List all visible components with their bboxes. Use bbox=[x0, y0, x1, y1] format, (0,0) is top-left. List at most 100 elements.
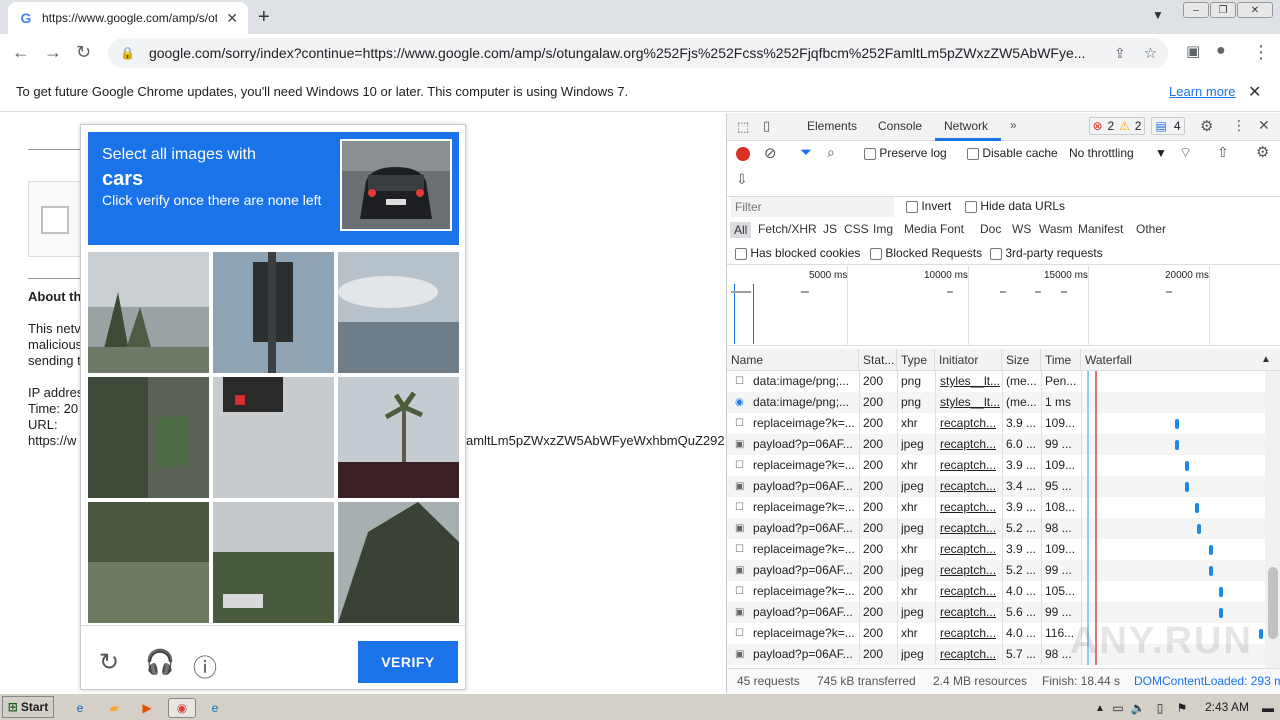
has-blocked-cookies-checkbox[interactable]: Has blocked cookies bbox=[735, 246, 860, 260]
forward-icon[interactable]: → bbox=[44, 42, 62, 63]
hide-data-urls-checkbox[interactable]: Hide data URLs bbox=[965, 199, 1065, 213]
browser-tab[interactable]: G https://www.google.com/amp/s/otu ✕ bbox=[8, 2, 248, 34]
filter-funnel-icon[interactable]: ⏷ bbox=[800, 144, 812, 161]
devtools-close-icon[interactable]: ✕ bbox=[1258, 117, 1270, 134]
column-header-waterfall[interactable]: Waterfall ▲ bbox=[1081, 349, 1280, 371]
chrome-taskbar-icon[interactable]: ◉ bbox=[168, 698, 196, 718]
throttling-select[interactable]: No throttling ▼ bbox=[1069, 146, 1167, 160]
captcha-tile[interactable] bbox=[88, 377, 209, 498]
table-row[interactable]: ☐ replaceimage?k=... 200 xhr recaptch... 4.0 … bbox=[727, 581, 1265, 602]
bookmark-star-icon[interactable]: ☆ bbox=[1144, 44, 1157, 62]
network-settings-icon[interactable]: ⚙ bbox=[1256, 143, 1269, 161]
start-button[interactable]: ⊞ Start bbox=[2, 696, 54, 718]
captcha-tile[interactable] bbox=[88, 252, 209, 373]
tab-close-icon[interactable]: ✕ bbox=[226, 10, 238, 27]
cell-initiator[interactable]: recaptch... bbox=[940, 623, 1000, 644]
type-filter-img[interactable]: Img bbox=[873, 222, 893, 236]
type-filter-media[interactable]: Media bbox=[904, 222, 937, 236]
more-tabs-icon[interactable]: » bbox=[1010, 118, 1017, 132]
inspect-element-icon[interactable]: ⬚ bbox=[737, 119, 749, 135]
table-row[interactable]: ☐ replaceimage?k=... 200 xhr recaptch... 3.9 … bbox=[727, 539, 1265, 560]
cell-initiator[interactable]: recaptch... bbox=[940, 560, 1000, 581]
taskbar-clock[interactable]: 2:43 AM bbox=[1205, 700, 1249, 714]
table-row[interactable]: ☐ replaceimage?k=... 200 xhr recaptch... 3.9 … bbox=[727, 413, 1265, 434]
type-filter-doc[interactable]: Doc bbox=[980, 222, 1001, 236]
device-toolbar-icon[interactable]: ▯ bbox=[763, 118, 770, 134]
type-filter-css[interactable]: CSS bbox=[844, 222, 869, 236]
type-filter-manifest[interactable]: Manifest bbox=[1078, 222, 1123, 236]
export-har-icon[interactable]: ⇩ bbox=[736, 171, 748, 188]
action-center-flag-icon[interactable]: ⚑ bbox=[1172, 698, 1192, 718]
table-row[interactable]: ▣ payload?p=06AF... 200 jpeg recaptch... 5.2 … bbox=[727, 518, 1265, 539]
captcha-tile[interactable] bbox=[213, 377, 334, 498]
cell-initiator[interactable]: recaptch... bbox=[940, 539, 1000, 560]
import-har-icon[interactable]: ⇧ bbox=[1217, 144, 1229, 161]
captcha-tile[interactable] bbox=[338, 252, 459, 373]
url-text[interactable]: google.com/sorry/index?continue=https://… bbox=[149, 45, 1104, 61]
cell-initiator[interactable]: recaptch... bbox=[940, 581, 1000, 602]
share-icon[interactable]: ⇪ bbox=[1114, 45, 1126, 62]
window-close-icon[interactable]: ✕ bbox=[1237, 2, 1273, 18]
captcha-tile[interactable] bbox=[338, 502, 459, 623]
volume-icon[interactable]: 🔈 bbox=[1128, 698, 1148, 718]
captcha-tile[interactable] bbox=[213, 502, 334, 623]
third-party-checkbox[interactable]: 3rd-party requests bbox=[990, 246, 1103, 260]
maximize-icon[interactable]: ❐ bbox=[1210, 2, 1236, 18]
scrollbar-thumb[interactable] bbox=[1268, 567, 1278, 639]
column-header-name[interactable]: Name bbox=[727, 349, 859, 371]
cell-initiator[interactable]: recaptch... bbox=[940, 476, 1000, 497]
captcha-tile[interactable] bbox=[88, 502, 209, 623]
cell-initiator[interactable]: recaptch... bbox=[940, 497, 1000, 518]
menu-kebab-icon[interactable]: ⋮ bbox=[1252, 42, 1270, 63]
record-icon[interactable] bbox=[736, 147, 750, 161]
type-filter-wasm[interactable]: Wasm bbox=[1039, 222, 1073, 236]
tab-console[interactable]: Console bbox=[878, 119, 922, 133]
column-header-status[interactable]: Stat... bbox=[859, 349, 897, 371]
tab-elements[interactable]: Elements bbox=[807, 119, 857, 133]
infobar-close-icon[interactable]: ✕ bbox=[1248, 82, 1261, 102]
cell-initiator[interactable]: styles__lt... bbox=[940, 392, 1000, 413]
battery-icon[interactable]: ▯ bbox=[1150, 698, 1170, 718]
preserve-log-checkbox[interactable]: Preserve log bbox=[864, 146, 947, 160]
type-filter-js[interactable]: JS bbox=[823, 222, 837, 236]
captcha-tile[interactable] bbox=[338, 377, 459, 498]
explorer-folder-icon[interactable]: ▰ bbox=[104, 698, 124, 718]
reload-challenge-icon[interactable]: ↻ bbox=[99, 648, 119, 677]
column-header-initiator[interactable]: Initiator bbox=[935, 349, 1002, 371]
media-player-icon[interactable]: ▶ bbox=[137, 698, 157, 718]
table-row[interactable]: ☐ data:image/png;... 200 png styles__lt... (m… bbox=[727, 371, 1265, 392]
scrollbar-track[interactable] bbox=[1265, 371, 1280, 668]
issues-counter[interactable]: ⊗ 2 ⚠ 2 bbox=[1089, 117, 1145, 135]
cell-initiator[interactable]: recaptch... bbox=[940, 644, 1000, 665]
back-icon[interactable]: ← bbox=[12, 42, 30, 63]
reload-icon[interactable]: ↻ bbox=[76, 42, 91, 63]
column-header-time[interactable]: Time bbox=[1041, 349, 1081, 371]
cell-initiator[interactable]: recaptch... bbox=[940, 413, 1000, 434]
invert-checkbox[interactable]: Invert bbox=[906, 199, 951, 213]
cell-initiator[interactable]: recaptch... bbox=[940, 434, 1000, 455]
type-filter-ws[interactable]: WS bbox=[1012, 222, 1031, 236]
type-filter-fetch-xhr[interactable]: Fetch/XHR bbox=[758, 222, 817, 236]
recaptcha-checkbox[interactable] bbox=[41, 206, 69, 234]
devtools-menu-icon[interactable]: ⋮ bbox=[1232, 117, 1246, 134]
side-panel-icon[interactable]: ▣ bbox=[1186, 42, 1200, 60]
blocked-requests-checkbox[interactable]: Blocked Requests bbox=[870, 246, 982, 260]
type-filter-font[interactable]: Font bbox=[940, 222, 964, 236]
minimize-icon[interactable]: – bbox=[1183, 2, 1209, 18]
disable-cache-checkbox[interactable]: Disable cache bbox=[967, 146, 1058, 160]
column-header-type[interactable]: Type bbox=[897, 349, 935, 371]
cell-initiator[interactable]: recaptch... bbox=[940, 455, 1000, 476]
type-filter-all[interactable]: All bbox=[730, 222, 752, 238]
cell-initiator[interactable]: styles__lt... bbox=[940, 371, 1000, 392]
captcha-tile[interactable] bbox=[213, 252, 334, 373]
profile-avatar-icon[interactable]: ● bbox=[1216, 42, 1226, 60]
verify-button[interactable]: VERIFY bbox=[358, 641, 458, 683]
network-tray-icon[interactable]: ▭ bbox=[1108, 698, 1128, 718]
table-row[interactable]: ▣ payload?p=06AF... 200 jpeg recaptch... 5.2 … bbox=[727, 560, 1265, 581]
ie-icon[interactable]: e bbox=[70, 698, 90, 718]
cell-initiator[interactable]: recaptch... bbox=[940, 602, 1000, 623]
table-row[interactable]: ☐ replaceimage?k=... 200 xhr recaptch... 3.9 … bbox=[727, 497, 1265, 518]
new-tab-icon[interactable]: + bbox=[258, 6, 270, 29]
lock-icon[interactable]: 🔒 bbox=[120, 46, 135, 60]
cell-initiator[interactable]: recaptch... bbox=[940, 518, 1000, 539]
